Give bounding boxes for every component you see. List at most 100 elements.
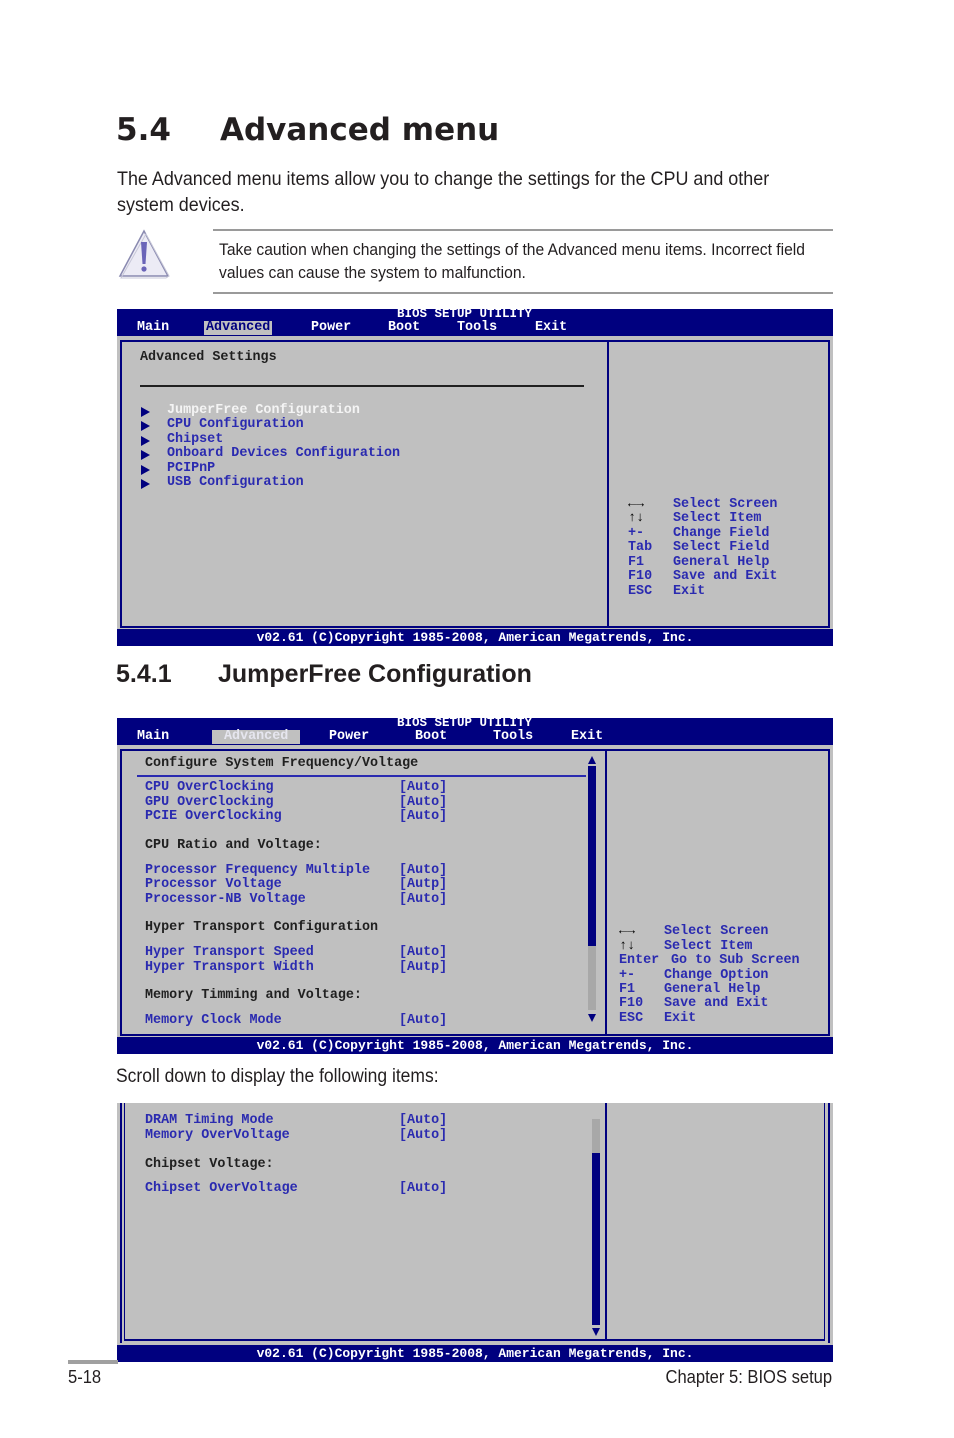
section-title: Advanced menu xyxy=(220,112,500,148)
setting-value[interactable]: [Auto] xyxy=(399,809,447,825)
setting-value[interactable]: [Auto] xyxy=(399,1013,447,1029)
menu-tab-boot[interactable]: Boot xyxy=(413,730,449,744)
setting-label[interactable]: Memory Clock Mode xyxy=(145,1013,282,1029)
key-help-key: ESC xyxy=(628,584,653,599)
menu-tab-power[interactable]: Power xyxy=(327,730,371,744)
section-heading: 5.4 Advanced menu xyxy=(116,112,499,148)
group-label: Hyper Transport Configuration xyxy=(145,920,379,935)
setting-label[interactable]: Hyper Transport Speed xyxy=(145,945,314,961)
setting-value[interactable]: [Auto] xyxy=(399,1113,447,1129)
key-help-desc: Go to Sub Screen xyxy=(671,953,800,968)
frame-inner-left-border xyxy=(124,1103,125,1341)
menu-tab-exit[interactable]: Exit xyxy=(533,321,569,335)
setting-value[interactable]: [Auto] xyxy=(399,892,447,908)
setting-value[interactable]: [Auto] xyxy=(399,1181,447,1197)
menu-tab-power[interactable]: Power xyxy=(309,321,353,335)
scrollbar-track[interactable] xyxy=(588,946,596,1010)
scrollbar-track[interactable] xyxy=(592,1119,600,1153)
warning-triangle-icon xyxy=(118,229,170,279)
setting-label[interactable]: Processor Voltage xyxy=(145,877,282,893)
menu-tab-tools[interactable]: Tools xyxy=(455,321,499,335)
scrollbar-thumb[interactable] xyxy=(588,766,596,946)
chapter-label: Chapter 5: BIOS setup xyxy=(665,1367,832,1387)
bios-screen-jumperfree-scrolled: DRAM Timing Mode [Auto] Memory OverVolta… xyxy=(117,1103,833,1362)
key-help-desc: Exit xyxy=(664,1011,697,1026)
page-number: 5-18 xyxy=(68,1367,102,1387)
key-help-key: ESC xyxy=(619,1011,644,1026)
group-label: Chipset Voltage: xyxy=(145,1157,274,1172)
setting-value[interactable]: [Autp] xyxy=(399,960,447,976)
scroll-up-arrow-icon[interactable] xyxy=(588,756,596,764)
menu-item-usb-configuration[interactable]: USB Configuration xyxy=(167,475,304,491)
bios-status-bar: v02.61 (C)Copyright 1985-2008, American … xyxy=(117,629,833,646)
menu-tab-main[interactable]: Main xyxy=(135,730,171,744)
heading-divider xyxy=(137,775,586,777)
submenu-arrow-icon xyxy=(141,436,150,446)
bios-status-bar: v02.61 (C)Copyright 1985-2008, American … xyxy=(117,1037,833,1054)
menu-item-cpu-configuration[interactable]: CPU Configuration xyxy=(167,417,304,433)
key-help-desc: Exit xyxy=(673,584,706,599)
menu-tab-advanced[interactable]: Advanced xyxy=(212,730,301,744)
frame-right-border xyxy=(828,1103,830,1343)
key-help-key: Tab xyxy=(628,540,653,555)
submenu-arrow-icon xyxy=(141,421,150,431)
menu-tab-boot[interactable]: Boot xyxy=(386,321,422,335)
submenu-arrow-icon xyxy=(141,465,150,475)
key-help-key: F10 xyxy=(619,996,644,1011)
key-help-desc: Select Screen xyxy=(664,924,769,939)
config-heading: Configure System Frequency/Voltage xyxy=(145,756,419,771)
menu-tab-main[interactable]: Main xyxy=(135,321,171,335)
subsection-title: JumperFree Configuration xyxy=(218,660,532,688)
submenu-arrow-icon xyxy=(141,479,150,489)
key-help-key: F10 xyxy=(628,569,653,584)
bios-title: BIOS SETUP UTILITY xyxy=(397,716,533,730)
bios-screen-jumperfree: BIOS SETUP UTILITY Main Advanced Power B… xyxy=(117,716,833,1054)
group-label: CPU Ratio and Voltage: xyxy=(145,838,322,853)
setting-label[interactable]: DRAM Timing Mode xyxy=(145,1113,274,1129)
key-help-key: Enter xyxy=(619,953,660,968)
frame-left-border xyxy=(120,1103,122,1343)
section-number: 5.4 xyxy=(116,112,171,148)
setting-value[interactable]: [Auto] xyxy=(399,1128,447,1144)
bios-status-bar: v02.61 (C)Copyright 1985-2008, American … xyxy=(117,1345,833,1362)
bios-title-bar: BIOS SETUP UTILITY Main Advanced Power B… xyxy=(117,307,833,336)
submenu-arrow-icon xyxy=(141,450,150,460)
submenu-arrow-icon xyxy=(141,407,150,417)
heading-divider xyxy=(140,385,584,387)
note-bottom-rule xyxy=(213,292,833,294)
subsection-heading: 5.4.1 JumperFree Configuration xyxy=(116,660,532,689)
advanced-settings-heading: Advanced Settings xyxy=(140,350,277,365)
setting-label[interactable]: Hyper Transport Width xyxy=(145,960,314,976)
intro-paragraph: The Advanced menu items allow you to cha… xyxy=(117,168,770,216)
up-down-arrows-icon: ↑↓ xyxy=(628,511,645,526)
subsection-number: 5.4.1 xyxy=(116,660,172,688)
scrollbar-thumb[interactable] xyxy=(592,1153,600,1325)
setting-value[interactable]: [Autp] xyxy=(399,877,447,893)
bios-title-bar: BIOS SETUP UTILITY Main Advanced Power B… xyxy=(117,716,833,745)
group-label: Memory Timming and Voltage: xyxy=(145,988,362,1003)
setting-label[interactable]: PCIE OverClocking xyxy=(145,809,282,825)
setting-label[interactable]: Chipset OverVoltage xyxy=(145,1181,298,1197)
frame-inner-right-border xyxy=(824,1103,825,1341)
key-help-desc: Save and Exit xyxy=(664,996,769,1011)
scroll-note: Scroll down to display the following ite… xyxy=(116,1066,439,1087)
menu-item-onboard-devices[interactable]: Onboard Devices Configuration xyxy=(167,446,400,462)
key-help-desc: Select Item xyxy=(673,511,762,526)
note-top-rule xyxy=(213,229,833,231)
bios-screen-advanced: BIOS SETUP UTILITY Main Advanced Power B… xyxy=(117,307,833,646)
setting-value[interactable]: [Auto] xyxy=(399,945,447,961)
menu-tab-exit[interactable]: Exit xyxy=(569,730,605,744)
menu-tab-tools[interactable]: Tools xyxy=(491,730,535,744)
bios-title: BIOS SETUP UTILITY xyxy=(397,307,533,321)
scroll-down-arrow-icon[interactable] xyxy=(588,1014,596,1022)
setting-value[interactable]: [Auto] xyxy=(399,780,447,796)
left-right-arrows-icon: ←→ xyxy=(619,924,636,939)
key-help-desc: Select Field xyxy=(673,540,770,555)
setting-label[interactable]: Memory OverVoltage xyxy=(145,1128,290,1144)
pane-divider xyxy=(605,1103,607,1341)
menu-tab-advanced[interactable]: Advanced xyxy=(204,321,273,335)
setting-label[interactable]: CPU OverClocking xyxy=(145,780,274,796)
scroll-down-arrow-icon[interactable] xyxy=(592,1328,600,1336)
footer-rule xyxy=(68,1360,118,1364)
setting-label[interactable]: Processor-NB Voltage xyxy=(145,892,306,908)
